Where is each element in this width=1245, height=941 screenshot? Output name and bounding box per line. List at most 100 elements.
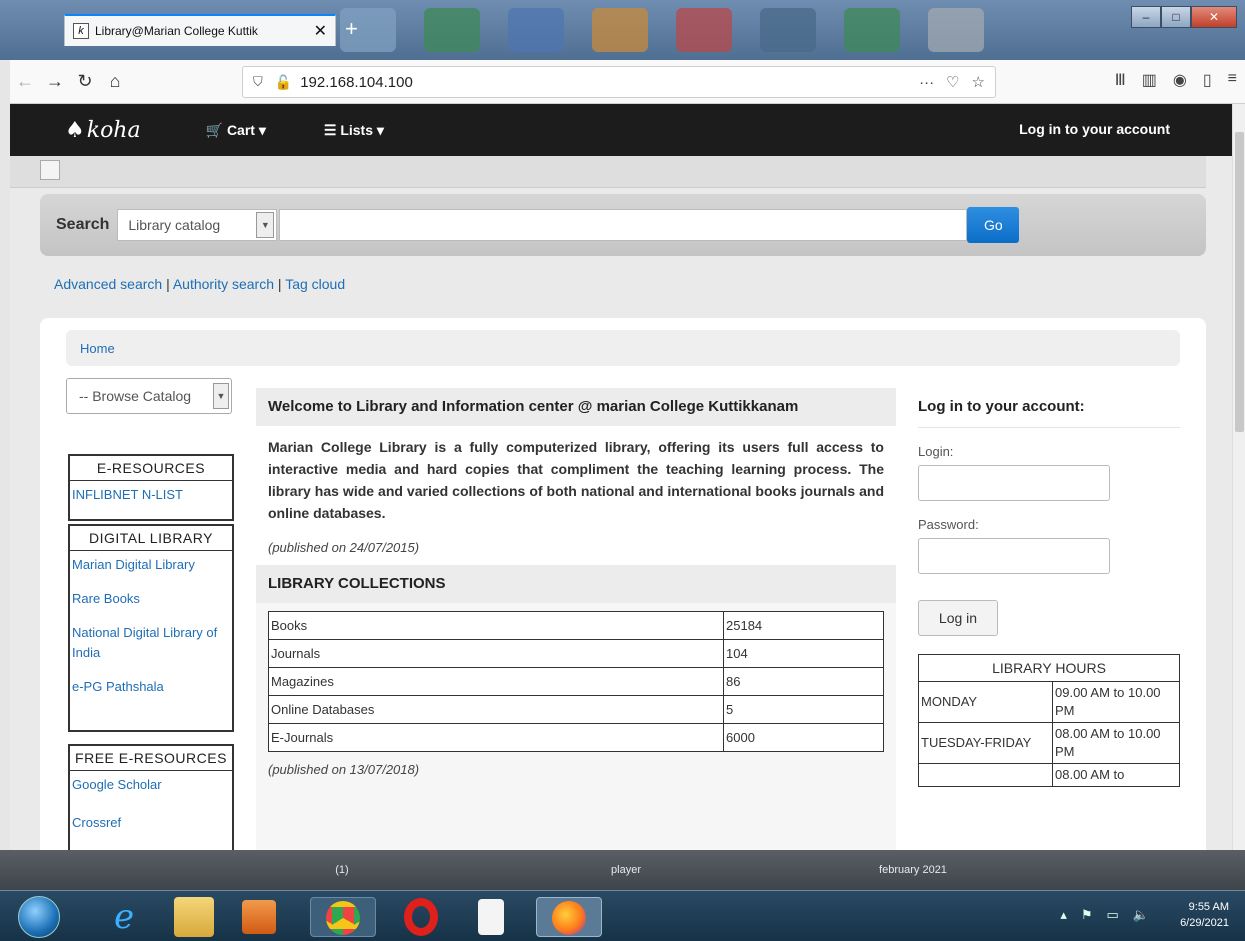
home-icon[interactable]: ⌂ — [100, 71, 130, 92]
user-strip — [10, 156, 1206, 188]
tab-close-icon[interactable]: ✕ — [314, 21, 327, 41]
tag-cloud-link[interactable]: Tag cloud — [285, 276, 345, 292]
toolbar-right: Ⅲ ▥ ◉ ▯ ≡ — [1115, 70, 1237, 90]
browse-catalog-select[interactable]: -- Browse Catalog ▼ — [66, 378, 232, 414]
network-icon[interactable]: ▭ — [1107, 907, 1119, 923]
shield-icon[interactable]: ⛉ — [253, 74, 263, 90]
desktop-icon-label[interactable]: february 2021 — [858, 864, 968, 876]
login-panel: Log in to your account: Login: Password:… — [918, 388, 1180, 850]
sidebar-link-marian-digital[interactable]: Marian Digital Library — [70, 551, 232, 579]
new-tab-button[interactable]: + — [345, 16, 358, 42]
page-scrollbar[interactable] — [1232, 104, 1245, 850]
opera-ring — [404, 898, 438, 936]
digital-library-box: DIGITAL LIBRARY Marian Digital Library R… — [68, 524, 234, 732]
insecure-lock-icon[interactable]: 🔓 — [275, 74, 292, 91]
welcome-published-date: (published on 24/07/2015) — [256, 530, 896, 565]
url-text[interactable]: 192.168.104.100 — [300, 74, 907, 91]
login-title: Log in to your account: — [918, 388, 1180, 428]
desktop-background-top: k Library@Marian College Kuttik ✕ + ‒ □ … — [0, 0, 1245, 60]
file-explorer-icon[interactable] — [174, 897, 214, 937]
separator: | — [166, 276, 170, 292]
address-bar[interactable]: ⛉ 🔓 192.168.104.100 ··· ♡ ☆ — [242, 66, 996, 98]
back-icon[interactable]: ← — [10, 71, 40, 92]
reader-icon[interactable]: ▯ — [1203, 70, 1212, 90]
main-content: Home -- Browse Catalog ▼ E-RESOURCES INF… — [40, 318, 1206, 850]
collection-name: E-Journals — [268, 723, 724, 752]
minimize-button[interactable]: ‒ — [1131, 6, 1161, 28]
menu-icon[interactable]: ≡ — [1228, 70, 1237, 90]
chrome-taskbar-button[interactable] — [310, 897, 376, 937]
separator: | — [277, 276, 282, 292]
desktop-background-bottom: (1) player february 2021 — [0, 850, 1245, 890]
search-scope-select[interactable]: Library catalog ▼ — [117, 209, 278, 241]
tray-expand-icon[interactable]: ▴ — [1060, 907, 1067, 923]
tab-title: Library@Marian College Kuttik — [95, 24, 258, 38]
table-row: Online Databases 5 — [268, 695, 884, 724]
opera-icon[interactable] — [398, 897, 444, 937]
sidebar-link-inflibnet[interactable]: INFLIBNET N-LIST — [70, 481, 232, 519]
firefox-taskbar-button[interactable] — [536, 897, 602, 937]
media-player-icon[interactable] — [242, 900, 276, 934]
caret-down-icon: ▾ — [376, 121, 384, 138]
authority-search-link[interactable]: Authority search — [173, 276, 274, 292]
desktop-icon-label[interactable]: (1) — [322, 864, 362, 876]
collection-name: Magazines — [268, 667, 724, 696]
library-hours-table: LIBRARY HOURS MONDAY 09.00 AM to 10.00 PM… — [918, 654, 1180, 787]
free-eresources-title: FREE E-RESOURCES — [70, 746, 232, 771]
login-button[interactable]: Log in — [918, 600, 998, 636]
start-button[interactable] — [18, 896, 60, 938]
close-window-button[interactable]: ✕ — [1191, 6, 1237, 28]
sidebar-icon[interactable]: ▥ — [1142, 70, 1157, 90]
bookmark-star-icon[interactable]: ☆ — [972, 73, 985, 91]
search-links: Advanced search | Authority search | Tag… — [54, 276, 345, 292]
search-bar: Search Library catalog ▼ Go — [40, 194, 1206, 256]
hours-title: LIBRARY HOURS — [918, 654, 1180, 682]
volume-icon[interactable]: 🔈 — [1133, 907, 1149, 923]
go-button[interactable]: Go — [967, 207, 1020, 243]
sidebar-link-crossref[interactable]: Crossref — [70, 809, 232, 837]
browser-tab[interactable]: k Library@Marian College Kuttik ✕ — [64, 14, 336, 46]
library-icon[interactable]: Ⅲ — [1115, 70, 1126, 90]
advanced-search-link[interactable]: Advanced search — [54, 276, 162, 292]
reload-icon[interactable]: ↻ — [70, 71, 100, 92]
list-icon: ☰ — [323, 121, 337, 138]
cart-label: Cart — [226, 121, 255, 138]
table-row: 08.00 AM to — [918, 763, 1180, 787]
account-icon[interactable]: ◉ — [1173, 70, 1187, 90]
desktop-icon-label[interactable]: player — [596, 864, 656, 876]
collection-count: 5 — [723, 695, 884, 724]
page-actions-icon[interactable]: ··· — [919, 74, 934, 91]
password-input[interactable] — [918, 538, 1110, 574]
firefox-icon — [552, 901, 586, 935]
maximize-button[interactable]: □ — [1161, 6, 1191, 28]
strip-icon[interactable] — [40, 160, 60, 180]
system-tray: ▴ ⚑ ▭ 🔈 — [1060, 907, 1149, 923]
koha-logo[interactable]: ♠koha — [65, 118, 141, 143]
lists-label: Lists — [340, 121, 374, 138]
welcome-body: Marian College Library is a fully comput… — [256, 426, 896, 530]
digital-library-title: DIGITAL LIBRARY — [70, 526, 232, 551]
scrollbar-thumb[interactable] — [1235, 132, 1244, 432]
search-input[interactable] — [279, 209, 968, 241]
sidebar-link-rare-books[interactable]: Rare Books — [70, 585, 232, 613]
clock[interactable]: 9:55 AM 6/29/2021 — [1180, 899, 1229, 931]
eresources-title: E-RESOURCES — [70, 456, 232, 481]
login-input[interactable] — [918, 465, 1110, 501]
sidebar-link-google-scholar[interactable]: Google Scholar — [70, 771, 232, 799]
document-icon[interactable] — [478, 899, 504, 935]
login-label: Login: — [918, 444, 954, 459]
sidebar-link-ndl-india[interactable]: National Digital Library of India — [70, 619, 232, 667]
action-center-flag-icon[interactable]: ⚑ — [1081, 907, 1093, 923]
lists-menu[interactable]: ☰ Lists ▾ — [324, 122, 384, 139]
clock-time: 9:55 AM — [1188, 901, 1229, 913]
pocket-icon[interactable]: ♡ — [946, 73, 959, 91]
search-scope-value: Library catalog — [128, 217, 221, 233]
internet-explorer-icon[interactable]: e — [104, 897, 144, 937]
cart-menu[interactable]: 🛒 Cart ▾ — [206, 122, 266, 139]
login-link[interactable]: Log in to your account — [1019, 121, 1170, 137]
forward-icon[interactable]: → — [40, 71, 70, 92]
breadcrumb-home[interactable]: Home — [80, 341, 115, 356]
sidebar-link-epg-pathshala[interactable]: e-PG Pathshala — [70, 673, 232, 701]
hours-time: 08.00 AM to 10.00 PM — [1052, 722, 1180, 764]
table-row: MONDAY 09.00 AM to 10.00 PM — [918, 681, 1180, 723]
